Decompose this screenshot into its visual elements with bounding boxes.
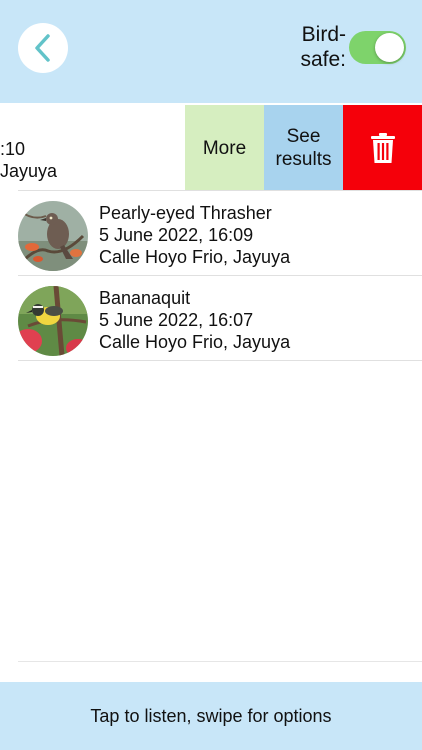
- bird-name: Pearly-eyed Thrasher: [99, 203, 272, 223]
- toggle-knob: [375, 33, 404, 62]
- recording-date: 5 June 2022, 16:07: [99, 310, 254, 330]
- recording-date: 5 June 2022, 16:09: [99, 225, 254, 245]
- recording-location: Calle Hoyo Frio, Jayuya: [99, 332, 291, 352]
- bird-name: Bananaquit: [99, 288, 191, 308]
- swiped-row-content[interactable]: :10 Jayuya: [0, 105, 185, 191]
- bird-safe-label-line1: Bird-: [301, 23, 346, 46]
- thrasher-photo: [18, 201, 88, 271]
- divider: [18, 661, 422, 662]
- delete-button[interactable]: [343, 105, 422, 191]
- more-button[interactable]: More: [185, 105, 264, 191]
- footer-bar: Tap to listen, swipe for options: [0, 682, 422, 750]
- header-bar: Bird- safe:: [0, 0, 422, 103]
- see-results-button[interactable]: See results: [264, 105, 343, 191]
- footer-hint: Tap to listen, swipe for options: [90, 705, 332, 726]
- recording-location: Calle Hoyo Frio, Jayuya: [99, 247, 291, 267]
- trash-icon: [370, 133, 395, 163]
- bananaquit-photo: [18, 286, 88, 356]
- see-results-label-line2: results: [275, 149, 332, 170]
- bird-safe-label: Bird- safe:: [286, 22, 346, 72]
- recording-info: Pearly-eyed Thrasher 5 June 2022, 16:09 …: [99, 202, 290, 268]
- bird-safe-label-line2: safe:: [300, 48, 346, 71]
- chevron-left-icon: [35, 34, 50, 62]
- list-item[interactable]: Bananaquit 5 June 2022, 16:07 Calle Hoyo…: [18, 276, 422, 361]
- more-button-label: More: [202, 137, 247, 159]
- bird-safe-toggle[interactable]: [349, 31, 406, 64]
- back-button[interactable]: [18, 23, 68, 73]
- swiped-row-location: Jayuya: [0, 161, 58, 181]
- recording-info: Bananaquit 5 June 2022, 16:07 Calle Hoyo…: [99, 287, 290, 353]
- swiped-recording-row[interactable]: :10 Jayuya More See results: [0, 105, 422, 191]
- list-item[interactable]: Pearly-eyed Thrasher 5 June 2022, 16:09 …: [18, 191, 422, 276]
- swiped-row-time: :10: [0, 139, 26, 159]
- see-results-label-line1: See: [286, 126, 321, 147]
